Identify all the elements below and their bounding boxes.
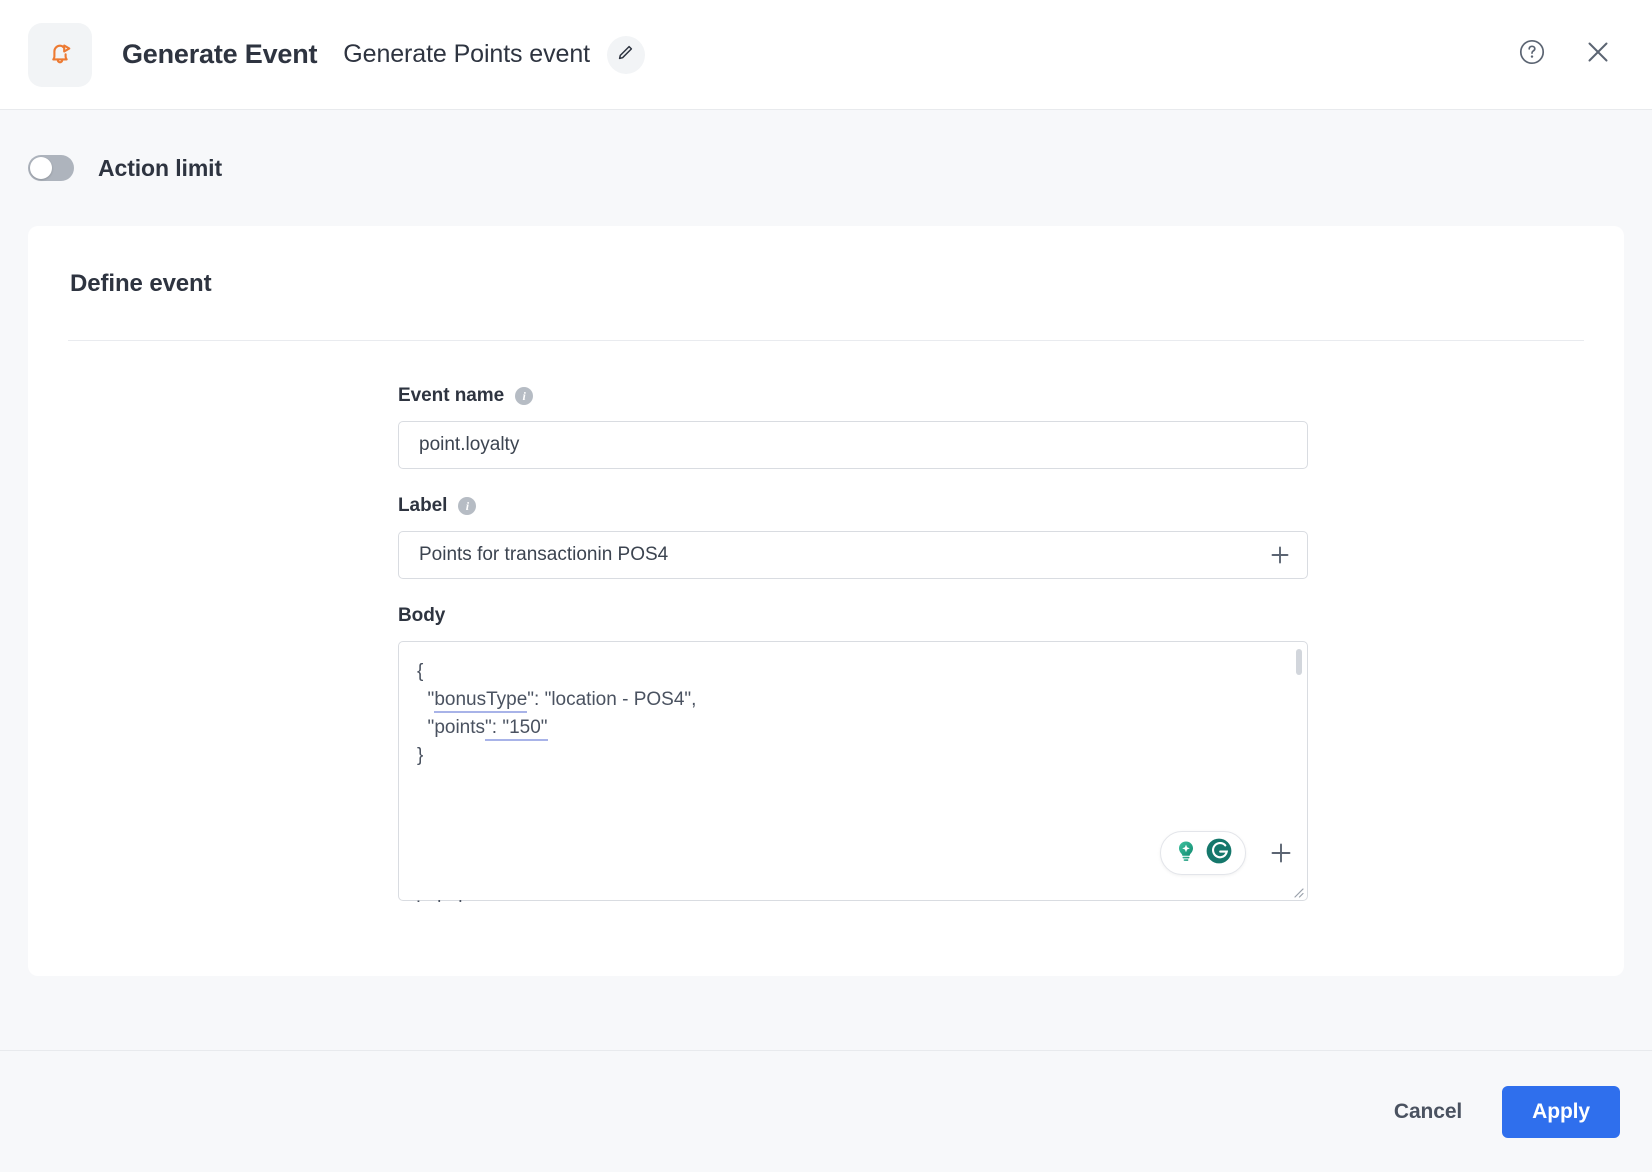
bell-play-icon (28, 22, 92, 87)
body-field-label: Body (398, 605, 446, 626)
action-limit-bar: Action limit (0, 110, 1652, 226)
body-line-2-rest: ": "location - POS4", (527, 689, 697, 710)
plus-icon[interactable] (1268, 543, 1292, 567)
body-line-3-rest: ": "150" (485, 717, 548, 741)
plus-icon[interactable] (1268, 840, 1294, 871)
action-limit-label: Action limit (98, 154, 223, 181)
close-icon (1584, 38, 1612, 71)
body-scrollbar[interactable] (1296, 649, 1302, 675)
card-divider (68, 340, 1584, 341)
label-label-row: Label i (398, 495, 1308, 517)
grammarly-widget[interactable] (1160, 831, 1246, 875)
define-event-card: Define event Event name i Label i (28, 226, 1624, 976)
close-button[interactable] (1578, 35, 1618, 75)
info-icon[interactable]: i (515, 387, 534, 405)
body-clipped-text: Label (416, 895, 463, 902)
pencil-icon (617, 44, 634, 66)
help-circle-icon (1517, 37, 1547, 72)
body-line-1: { (417, 661, 424, 682)
body-line-3-key: points (434, 717, 486, 738)
modal-footer: Cancel Apply (0, 1050, 1652, 1172)
modal-header: Generate Event Generate Points event (0, 0, 1652, 110)
cancel-button[interactable]: Cancel (1380, 1090, 1476, 1134)
define-event-form: Event name i Label i (398, 385, 1308, 902)
event-name-field-group: Event name i (398, 385, 1308, 469)
body-line-2-key: bonusType (434, 689, 528, 713)
generate-event-modal: Generate Event Generate Points event Act… (0, 0, 1652, 1172)
event-name-label: Event name (398, 385, 505, 406)
body-line-4: } (417, 745, 424, 766)
action-limit-toggle[interactable] (28, 155, 74, 181)
edit-title-button[interactable] (606, 35, 645, 74)
card-container: Define event Event name i Label i (0, 226, 1652, 1050)
toggle-knob (30, 157, 52, 179)
grammarly-icon[interactable] (1203, 835, 1235, 872)
body-input-wrapper: { "bonusType": "location - POS4", "point… (398, 641, 1308, 902)
apply-button[interactable]: Apply (1502, 1085, 1620, 1138)
label-field-group: Label i (398, 495, 1308, 579)
event-name-input[interactable] (398, 421, 1308, 469)
page-title: Generate Event (122, 39, 318, 69)
label-field-label: Label (398, 495, 448, 516)
body-label-row: Body (398, 605, 1308, 627)
label-input-wrapper (398, 531, 1308, 579)
lightbulb-icon[interactable] (1171, 836, 1201, 871)
card-title: Define event (70, 270, 212, 297)
resize-handle[interactable] (1290, 884, 1304, 898)
help-button[interactable] (1512, 35, 1552, 75)
info-icon[interactable]: i (458, 497, 477, 515)
body-field-group: Body { "bonusType": "location - POS4", "… (398, 605, 1308, 902)
event-name-heading: Generate Points event (343, 40, 590, 68)
label-input[interactable] (398, 531, 1308, 579)
event-name-label-row: Event name i (398, 385, 1308, 407)
